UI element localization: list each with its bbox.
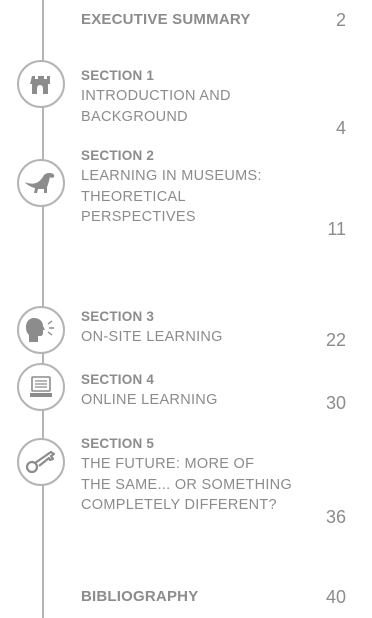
toc-page-number: 2 [335,10,346,30]
toc-page-number: 22 [325,330,346,350]
section-heading: SECTION 5 [81,436,155,451]
toc-entry-section-2[interactable]: SECTION 2 LEARNING IN MUSEUMS: THEORETIC… [81,146,372,239]
toc-page-number: 11 [327,219,346,239]
toc-entry-executive-summary[interactable]: EXECUTIVE SUMMARY 2 [81,10,372,30]
castle-icon [17,60,65,108]
key-icon [17,438,65,486]
section-title-line: LEARNING IN MUSEUMS: [81,168,262,184]
toc-title: EXECUTIVE SUMMARY [81,11,251,28]
section-heading: SECTION 2 [81,148,155,163]
toc-entry-section-3[interactable]: SECTION 3 ON-SITE LEARNING 22 [81,307,372,350]
section-title-line: INTRODUCTION AND [81,88,231,104]
toc-page-number: 40 [325,587,346,607]
speaking-head-icon [17,306,65,354]
toc-entry-section-1[interactable]: SECTION 1 INTRODUCTION AND BACKGROUND 4 [81,66,372,138]
section-heading: SECTION 1 [81,68,155,83]
toc-page-number: 4 [335,118,346,138]
toc-entry-bibliography[interactable]: BIBLIOGRAPHY 40 [81,587,372,607]
toc-entry-section-4[interactable]: SECTION 4 ONLINE LEARNING 30 [81,370,372,413]
toc-entry-section-5[interactable]: SECTION 5 THE FUTURE: MORE OF THE SAME..… [81,434,372,527]
dinosaur-icon [17,159,65,207]
section-title-line: BACKGROUND [81,108,188,125]
toc-page-number: 36 [325,507,346,527]
toc-page-number: 30 [325,393,346,413]
section-title-line: THE SAME... OR SOMETHING [81,476,293,493]
table-of-contents: EXECUTIVE SUMMARY 2 SECTION 1 INTRODUCTI… [0,0,372,618]
section-title-line: THE FUTURE: MORE OF [81,456,255,472]
section-heading: SECTION 4 [81,372,155,387]
section-heading: SECTION 3 [81,309,155,324]
section-title-line: THEORETICAL [81,188,186,205]
computer-icon [17,363,65,411]
